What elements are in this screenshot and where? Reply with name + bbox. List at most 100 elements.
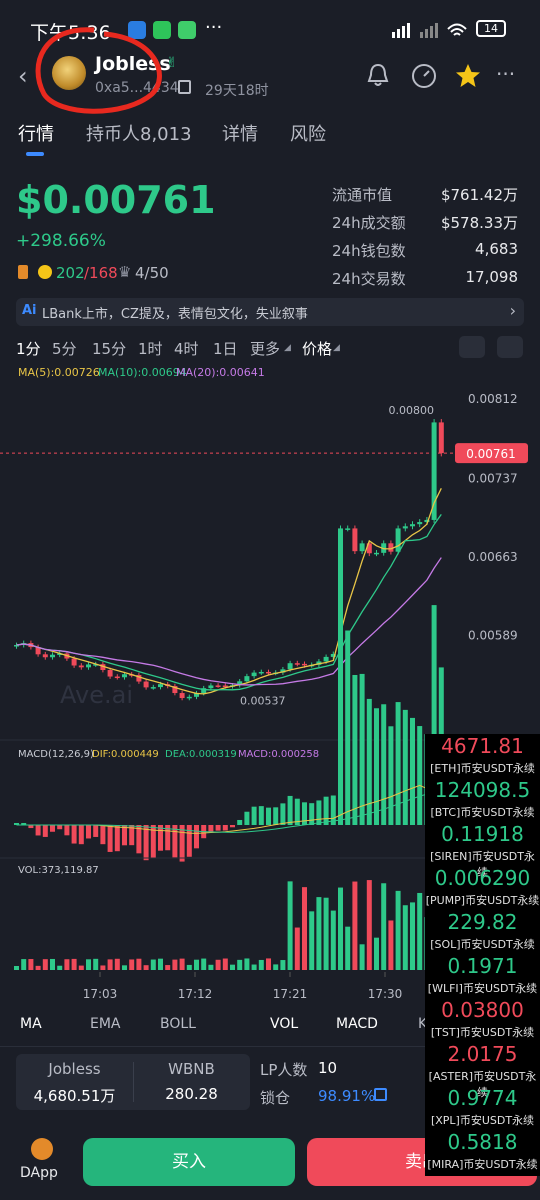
macd-bar — [388, 726, 394, 825]
vol-bar — [100, 965, 106, 970]
ticker-price: 124098.5 — [434, 778, 531, 802]
macd-bar — [352, 674, 358, 825]
ticker-price: 0.1971 — [447, 954, 518, 978]
vol-bar — [222, 958, 228, 970]
token-age: 29天18时 — [205, 83, 269, 99]
vol-bar — [136, 958, 142, 970]
copy-icon[interactable] — [178, 80, 191, 94]
watermark: Ave.ai — [60, 681, 133, 709]
candle — [208, 685, 214, 689]
pool-amount-a: 4,680.51万 — [33, 1087, 116, 1105]
red-circle-annotation — [35, 27, 162, 114]
candle — [302, 663, 307, 666]
stat-value: 17,098 — [465, 268, 519, 286]
signal-wifi-icon — [392, 23, 467, 38]
tf-price[interactable]: 价格 — [302, 338, 332, 359]
macd-bar — [273, 807, 279, 825]
macd-bar — [186, 825, 192, 857]
ind-vol[interactable]: VOL — [270, 1016, 298, 1032]
external-link-icon[interactable] — [374, 1088, 387, 1101]
lock-value: 98.91% — [318, 1087, 376, 1105]
tf-1d[interactable]: 1日 — [213, 338, 238, 359]
vol-bar — [244, 958, 250, 970]
ticker-price: 0.006290 — [434, 866, 531, 890]
battery-level: 14 — [484, 22, 498, 35]
vol-bar — [86, 959, 91, 970]
macd-bar — [366, 698, 372, 825]
macd-bar — [215, 825, 221, 831]
candle — [150, 687, 156, 689]
candle — [114, 676, 120, 679]
favorite-star-icon[interactable] — [454, 62, 482, 90]
macd-bar — [50, 825, 55, 832]
ind-macd[interactable]: MACD — [336, 1016, 378, 1032]
gauge-icon[interactable] — [410, 62, 438, 90]
vol-bar — [78, 965, 84, 970]
vol-bar — [186, 964, 192, 970]
ma10-line — [16, 514, 442, 691]
dea-label: DEA:0.000319 — [165, 749, 237, 760]
tf-4h[interactable]: 4时 — [174, 338, 199, 359]
macd-bar — [316, 800, 322, 825]
tab-details[interactable]: 详情 — [222, 120, 258, 146]
caret-down-icon: ◢ — [333, 343, 340, 353]
candle — [294, 663, 300, 665]
vol-bar — [266, 958, 271, 970]
macd-bar — [35, 825, 41, 836]
dapp-label[interactable]: DApp — [20, 1165, 58, 1181]
vol-bar — [366, 880, 372, 970]
vol-bar — [215, 959, 221, 970]
ai-icon: Ai — [22, 303, 37, 318]
candle — [78, 665, 84, 668]
vol-bar — [359, 944, 365, 970]
vol-bar — [258, 959, 264, 970]
buy-button[interactable]: 买入 — [83, 1138, 295, 1186]
tab-market[interactable]: 行情 — [18, 120, 54, 146]
candle — [42, 654, 48, 658]
macd-title: MACD(12,26,9) — [18, 749, 94, 760]
vol-title: VOL:373,119.87 — [18, 865, 99, 876]
candle — [122, 674, 127, 678]
y-tick-label: 0.00589 — [468, 628, 518, 642]
ma10-label: MA(10):0.00694 — [98, 366, 187, 379]
vol-bar — [194, 959, 199, 970]
candle — [359, 543, 365, 552]
bell-icon[interactable] — [366, 62, 390, 88]
tf-more[interactable]: 更多 — [250, 338, 280, 359]
ticker-name: [WLFI]币安USDT永续 — [427, 982, 538, 995]
tf-15m[interactable]: 15分 — [92, 338, 126, 359]
add-indicator-icon[interactable] — [497, 336, 523, 358]
macd-bar — [309, 803, 315, 825]
tab-risk[interactable]: 风险 — [290, 120, 326, 146]
ind-ma[interactable]: MA — [20, 1016, 42, 1032]
macd-bar — [107, 825, 113, 852]
news-text: LBank上市，CZ提及，表情包文化，失业叙事 — [42, 307, 308, 322]
vol-bar — [208, 964, 214, 970]
tf-1h[interactable]: 1时 — [138, 338, 163, 359]
tf-1m[interactable]: 1分 — [16, 338, 41, 359]
ind-boll[interactable]: BOLL — [160, 1016, 196, 1032]
x-tick-label: 17:12 — [178, 987, 213, 1000]
macd-bar — [338, 618, 343, 825]
macd-bar — [93, 825, 99, 837]
vol-bar — [251, 964, 257, 970]
stat-value: 4,683 — [475, 240, 518, 258]
tab-holders[interactable]: 持币人8,013 — [86, 120, 192, 146]
macd-bar — [402, 709, 408, 825]
more-icon[interactable]: ··· — [496, 62, 515, 86]
ind-ema[interactable]: EMA — [90, 1016, 121, 1032]
tf-5m[interactable]: 5分 — [52, 338, 77, 359]
macd-bar — [100, 825, 106, 845]
vol-bar — [309, 911, 315, 970]
chart-style-icon[interactable] — [459, 336, 485, 358]
vol-bar — [35, 965, 41, 970]
vol-bar — [50, 958, 55, 970]
current-price: $0.00761 — [16, 178, 216, 222]
dapp-icon[interactable] — [31, 1138, 53, 1160]
ticker-price: 229.82 — [447, 910, 518, 934]
low-label: 0.00537 — [240, 695, 286, 708]
candle — [251, 672, 257, 677]
vol-bar — [201, 958, 207, 970]
news-banner[interactable]: Ai LBank上市，CZ提及，表情包文化，失业叙事 › — [16, 298, 524, 326]
macd-bar — [78, 825, 84, 845]
